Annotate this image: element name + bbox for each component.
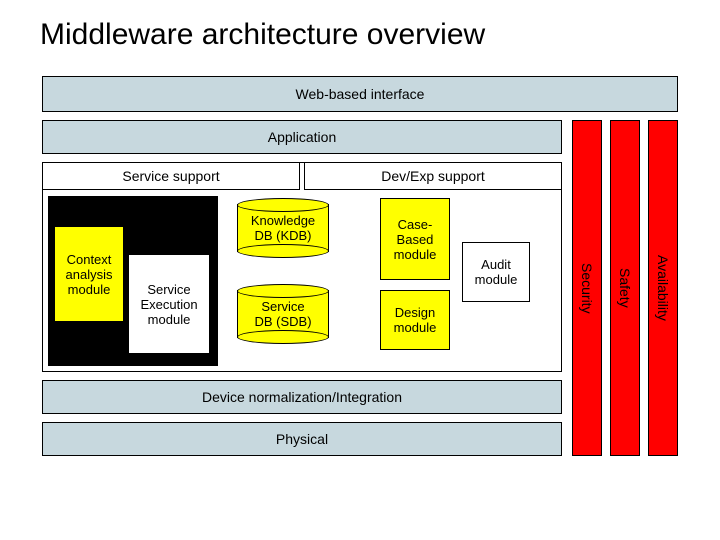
module-design: Design module bbox=[380, 290, 450, 350]
pillar-availability: Availability bbox=[648, 120, 678, 456]
module-service-execution: Service Execution module bbox=[128, 254, 210, 354]
module-service-db: Service DB (SDB) bbox=[238, 290, 328, 338]
module-knowledge-db: Knowledge DB (KDB) bbox=[238, 204, 328, 252]
page-title: Middleware architecture overview bbox=[0, 0, 720, 64]
module-context-analysis: Context analysis module bbox=[54, 226, 124, 322]
layer-physical: Physical bbox=[42, 422, 562, 456]
layer-devexp-support: Dev/Exp support bbox=[304, 162, 562, 190]
service-db-label: Service DB (SDB) bbox=[250, 299, 315, 329]
module-audit: Audit module bbox=[462, 242, 530, 302]
pillar-security: Security bbox=[572, 120, 602, 456]
layer-application: Application bbox=[42, 120, 562, 154]
architecture-diagram: Web-based interface Application Service … bbox=[42, 76, 678, 496]
pillar-safety: Safety bbox=[610, 120, 640, 456]
layer-device-normalization: Device normalization/Integration bbox=[42, 380, 562, 414]
module-case-based: Case- Based module bbox=[380, 198, 450, 280]
layer-service-support: Service support bbox=[42, 162, 300, 190]
knowledge-db-label: Knowledge DB (KDB) bbox=[247, 213, 319, 243]
layer-web-interface: Web-based interface bbox=[42, 76, 678, 112]
